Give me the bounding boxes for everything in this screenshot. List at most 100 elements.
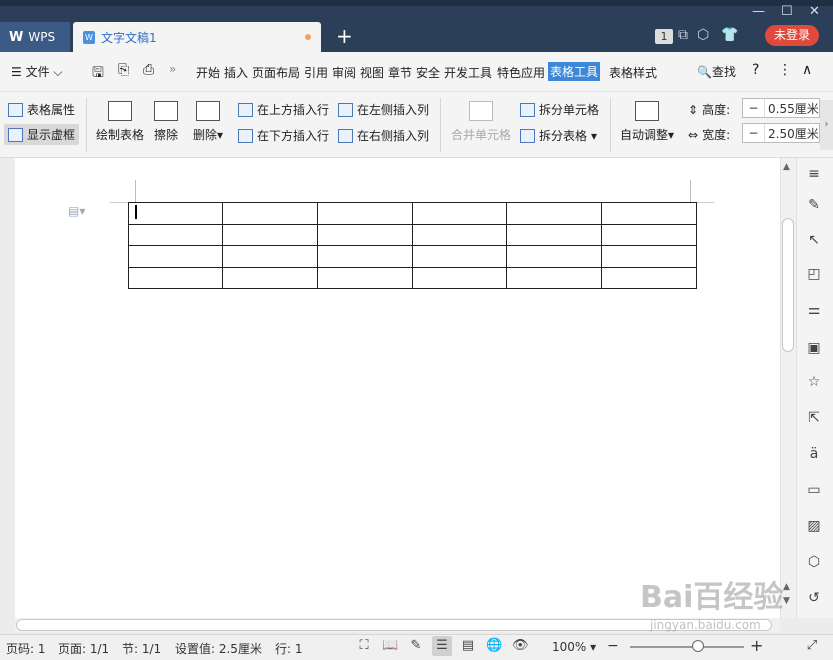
tab-table-style[interactable]: 表格样式	[609, 64, 657, 81]
tab-table-tools[interactable]: 表格工具	[548, 62, 601, 81]
page-number-status[interactable]: 页码: 1	[6, 640, 46, 657]
zoom-out-button[interactable]: −	[607, 638, 619, 654]
tab-references[interactable]: 引用	[304, 64, 328, 81]
tab-review[interactable]: 审阅	[332, 64, 356, 81]
zoom-slider[interactable]	[630, 646, 744, 648]
zoom-level-dropdown[interactable]: 100% ▾	[552, 640, 596, 654]
save-icon[interactable]: 🖫	[92, 62, 104, 86]
shirt-icon[interactable]: 👕	[721, 27, 738, 43]
image-gallery-icon[interactable]: ▣	[806, 340, 822, 356]
insert-col-left-button[interactable]: 在左侧插入列	[338, 101, 429, 118]
table-cell[interactable]	[317, 223, 413, 246]
table-cell[interactable]	[506, 266, 602, 289]
table-cell[interactable]	[128, 266, 223, 289]
translate-icon[interactable]: ä	[806, 446, 822, 462]
wps-home-tab[interactable]: W WPS	[0, 22, 70, 52]
format-painter-icon[interactable]: ⎘	[118, 62, 129, 78]
zoom-in-button[interactable]: +	[750, 636, 763, 655]
shield-icon[interactable]: ⬡	[806, 554, 822, 570]
more-options-button[interactable]: ⋮	[778, 62, 792, 78]
height-value[interactable]: 0.55厘米	[765, 100, 819, 117]
table-cell[interactable]	[506, 202, 602, 225]
expand-icon[interactable]: ⤢	[804, 638, 820, 654]
table-cell[interactable]	[317, 266, 413, 289]
hexagon-icon[interactable]: ⬡	[697, 27, 709, 43]
page-view-icon[interactable]: ☰	[432, 636, 452, 656]
search-button[interactable]: 🔍查找	[697, 63, 736, 80]
width-input[interactable]: − 2.50厘米	[742, 123, 820, 143]
next-page-icon[interactable]: ▼	[783, 596, 790, 606]
setting-value-status[interactable]: 设置值: 2.5厘米	[175, 640, 262, 657]
pencil-icon[interactable]: ✎	[806, 197, 822, 213]
cursor-select-icon[interactable]: ↖	[806, 232, 822, 248]
table-cell[interactable]	[317, 245, 413, 268]
settings-sliders-icon[interactable]: ⚌	[806, 302, 822, 318]
vertical-scroll-thumb[interactable]	[782, 218, 794, 352]
prev-page-icon[interactable]: ▲	[783, 582, 790, 592]
web-view-icon[interactable]: 🌐	[486, 638, 502, 654]
new-tab-button[interactable]: +	[336, 24, 353, 48]
windows-switch-icon[interactable]: ⧉	[678, 27, 688, 43]
reading-mode-icon[interactable]: 📖	[382, 638, 398, 654]
tab-start[interactable]: 开始	[196, 64, 220, 81]
split-cells-button[interactable]: 拆分单元格	[520, 101, 599, 118]
tab-page-layout[interactable]: 页面布局	[252, 64, 300, 81]
tab-section[interactable]: 章节	[388, 64, 412, 81]
tab-special[interactable]: 特色应用	[497, 64, 545, 81]
insert-row-below-button[interactable]: 在下方插入行	[238, 127, 329, 144]
table-cell[interactable]	[128, 223, 223, 246]
table-properties-button[interactable]: 表格属性	[8, 101, 75, 118]
ribbon-scroll-right-icon[interactable]: ›	[820, 100, 833, 150]
draw-table-button[interactable]: 绘制表格	[96, 101, 144, 143]
table-cell[interactable]	[128, 245, 223, 268]
scroll-up-icon[interactable]: ▲	[783, 162, 790, 172]
table-cell[interactable]	[222, 202, 318, 225]
show-gridlines-button[interactable]: 显示虚框	[4, 124, 80, 145]
width-decrease-button[interactable]: −	[743, 124, 765, 142]
table-cell[interactable]	[506, 223, 602, 246]
tab-developer[interactable]: 开发工具	[444, 64, 492, 81]
fullscreen-icon[interactable]: ⛶	[356, 638, 372, 654]
table-cell[interactable]	[222, 245, 318, 268]
table-cell[interactable]	[317, 202, 413, 225]
table-cell[interactable]	[412, 266, 507, 289]
maximize-icon[interactable]: ☐	[781, 4, 793, 19]
tab-security[interactable]: 安全	[416, 64, 440, 81]
minimize-icon[interactable]: —	[752, 4, 765, 19]
pages-status[interactable]: 页面: 1/1	[58, 640, 109, 657]
line-status[interactable]: 行: 1	[275, 640, 303, 657]
table-cell[interactable]	[222, 223, 318, 246]
login-button[interactable]: 未登录	[765, 25, 819, 46]
panel-collapse-icon[interactable]: ≡	[806, 166, 822, 182]
height-decrease-button[interactable]: −	[743, 99, 765, 117]
more-chevron-icon[interactable]: »	[169, 62, 176, 76]
table-cell[interactable]	[601, 202, 697, 225]
pen-icon[interactable]: ✎	[408, 638, 424, 654]
archive-icon[interactable]: ▭	[806, 482, 822, 498]
table-cell[interactable]	[506, 245, 602, 268]
table-cell[interactable]	[412, 223, 507, 246]
table-cell[interactable]	[601, 266, 697, 289]
delete-button[interactable]: 删除▾	[193, 101, 223, 143]
document-table[interactable]	[128, 202, 697, 289]
height-input[interactable]: − 0.55厘米	[742, 98, 820, 118]
table-cell[interactable]	[412, 245, 507, 268]
split-table-button[interactable]: 拆分表格 ▾	[520, 127, 597, 144]
auto-fit-button[interactable]: 自动调整▾	[620, 101, 674, 143]
insert-row-above-button[interactable]: 在上方插入行	[238, 101, 329, 118]
file-menu[interactable]: ☰ 文件 ⌵	[11, 63, 63, 80]
shapes-icon[interactable]: ◰	[806, 266, 822, 282]
share-icon[interactable]: ⇱	[806, 410, 822, 426]
table-cell[interactable]	[601, 245, 697, 268]
table-cell[interactable]	[601, 223, 697, 246]
table-cell[interactable]	[222, 266, 318, 289]
tab-view[interactable]: 视图	[360, 64, 384, 81]
tab-insert[interactable]: 插入	[224, 64, 248, 81]
collapse-ribbon-button[interactable]: ∧	[802, 62, 812, 78]
merge-cells-button[interactable]: 合并单元格	[451, 101, 511, 143]
document-tab[interactable]: W 文字文稿1	[73, 22, 321, 52]
close-icon[interactable]: ✕	[809, 4, 820, 19]
insert-col-right-button[interactable]: 在右侧插入列	[338, 127, 429, 144]
star-icon[interactable]: ☆	[806, 374, 822, 390]
window-count-badge[interactable]: 1	[655, 29, 673, 44]
